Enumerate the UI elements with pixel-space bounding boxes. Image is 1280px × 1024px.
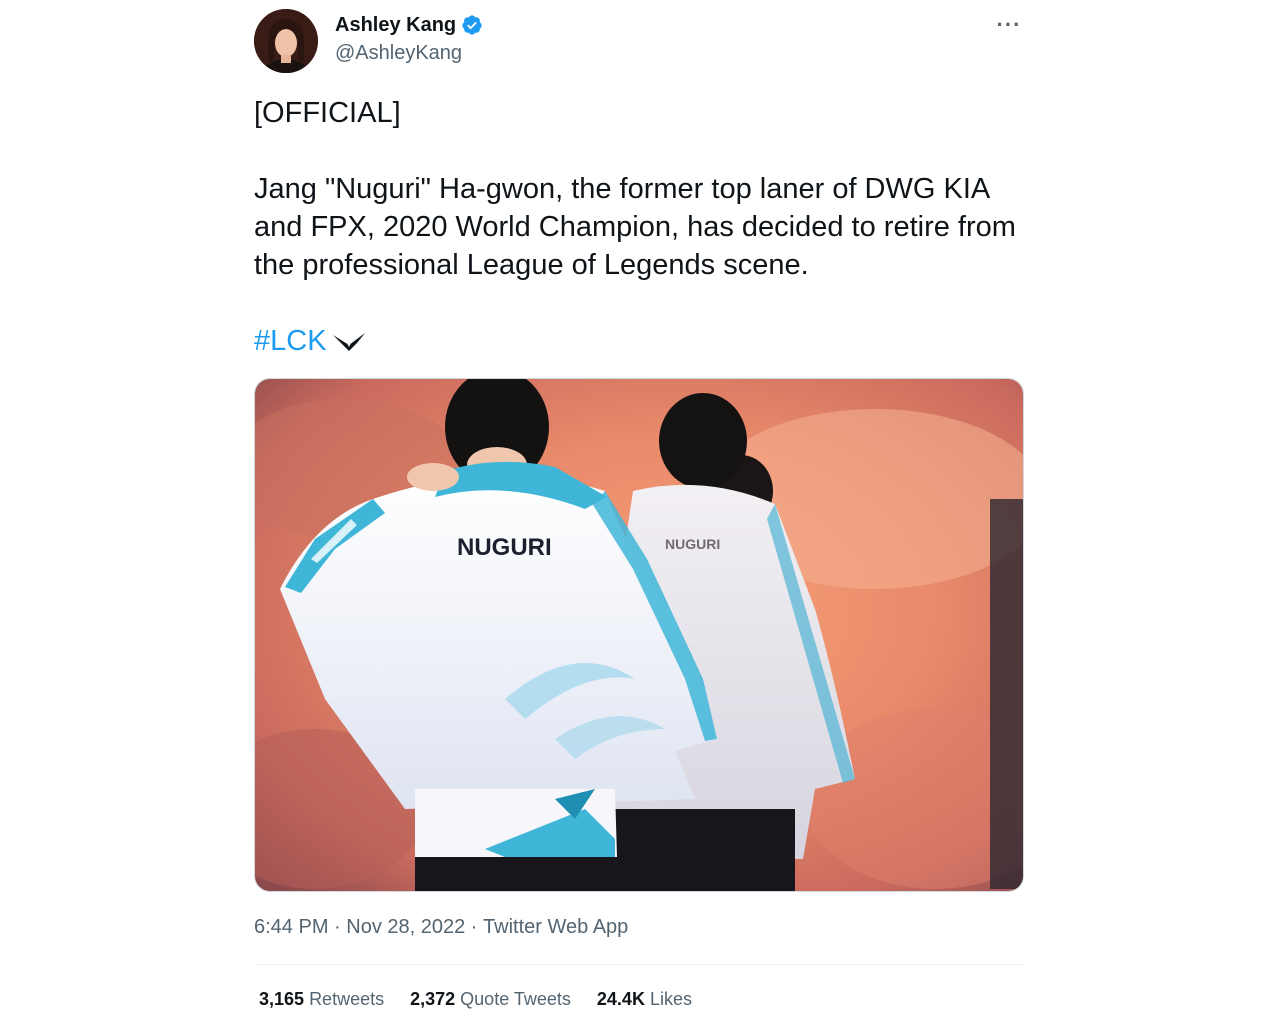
likes-label: Likes bbox=[649, 989, 692, 1009]
author-display-name[interactable]: Ashley Kang bbox=[335, 12, 456, 38]
divider bbox=[254, 964, 1024, 965]
tweet-official-line: [OFFICIAL] bbox=[254, 97, 401, 129]
avatar[interactable] bbox=[254, 9, 318, 73]
more-options-button[interactable]: ··· bbox=[994, 12, 1024, 38]
quote-tweets-count: 2,372 bbox=[410, 989, 456, 1009]
likes-stat[interactable]: 24.4K Likes bbox=[597, 987, 692, 1011]
author-name-row[interactable]: Ashley Kang bbox=[335, 12, 483, 38]
lck-hashflag-icon bbox=[331, 327, 367, 355]
tweet-stats: 3,165 Retweets 2,372 Quote Tweets 24.4K … bbox=[259, 987, 692, 1011]
hashtag-row: #LCK bbox=[254, 322, 1024, 360]
likes-count: 24.4K bbox=[596, 989, 645, 1009]
svg-text:NUGURI: NUGURI bbox=[665, 536, 720, 552]
meta-separator: · bbox=[465, 916, 484, 938]
verified-badge-icon bbox=[461, 14, 483, 36]
photo-illustration: NUGURI NUGURI bbox=[255, 379, 1023, 891]
meta-separator: · bbox=[328, 916, 347, 938]
author-handle[interactable]: @AshleyKang bbox=[335, 40, 462, 66]
tweet-source[interactable]: Twitter Web App bbox=[483, 914, 628, 940]
more-options-icon: ··· bbox=[996, 12, 1022, 37]
tweet-time[interactable]: 6:44 PM bbox=[254, 914, 328, 940]
tweet-body: Jang "Nuguri" Ha-gwon, the former top la… bbox=[254, 173, 1016, 281]
retweets-stat[interactable]: 3,165 Retweets bbox=[259, 987, 384, 1011]
tweet-text: [OFFICIAL] Jang "Nuguri" Ha-gwon, the fo… bbox=[254, 94, 1024, 360]
hashtag-link[interactable]: #LCK bbox=[254, 322, 327, 360]
retweets-count: 3,165 bbox=[259, 989, 305, 1009]
tweet-metadata: 6:44 PM · Nov 28, 2022 · Twitter Web App bbox=[254, 914, 628, 940]
retweets-label: Retweets bbox=[309, 989, 385, 1009]
tweet-photo[interactable]: NUGURI NUGURI bbox=[254, 378, 1024, 892]
tweet-date[interactable]: Nov 28, 2022 bbox=[346, 914, 465, 940]
quote-tweets-label: Quote Tweets bbox=[460, 989, 571, 1009]
quote-tweets-stat[interactable]: 2,372 Quote Tweets bbox=[410, 987, 571, 1011]
jacket-name-text: NUGURI bbox=[457, 534, 552, 561]
tweet-card: Ashley Kang @AshleyKang ··· [OFFICIAL] J… bbox=[254, 0, 1024, 1024]
